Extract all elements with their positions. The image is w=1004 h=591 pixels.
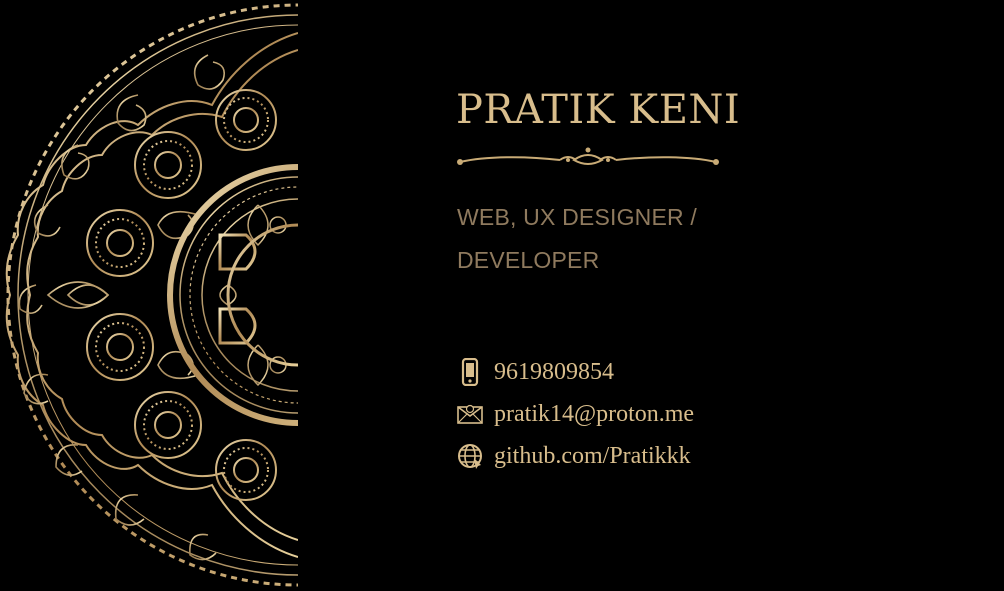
phone-number: 9619809854 xyxy=(494,358,614,385)
job-title-line-2: DEVELOPER xyxy=(457,247,600,273)
mandala-ornament xyxy=(0,0,298,591)
contact-website[interactable]: github.com/Pratikkk xyxy=(456,441,691,471)
business-card: PRATIK KENI WEB, UX DESIGNER / DEVELOPER xyxy=(0,0,1004,591)
name-heading: PRATIK KENI xyxy=(456,87,741,133)
globe-icon xyxy=(456,442,484,470)
contact-phone[interactable]: 9619809854 xyxy=(456,357,614,387)
mobile-phone-icon xyxy=(456,358,484,386)
contact-email[interactable]: pratik14@proton.me xyxy=(456,399,694,429)
website-link: github.com/Pratikkk xyxy=(494,442,691,469)
email-address: pratik14@proton.me xyxy=(494,400,695,427)
envelope-icon xyxy=(456,400,484,428)
job-title: WEB, UX DESIGNER / DEVELOPER xyxy=(457,196,757,282)
job-title-line-1: WEB, UX DESIGNER / xyxy=(457,204,698,230)
ornamental-divider xyxy=(456,146,720,172)
